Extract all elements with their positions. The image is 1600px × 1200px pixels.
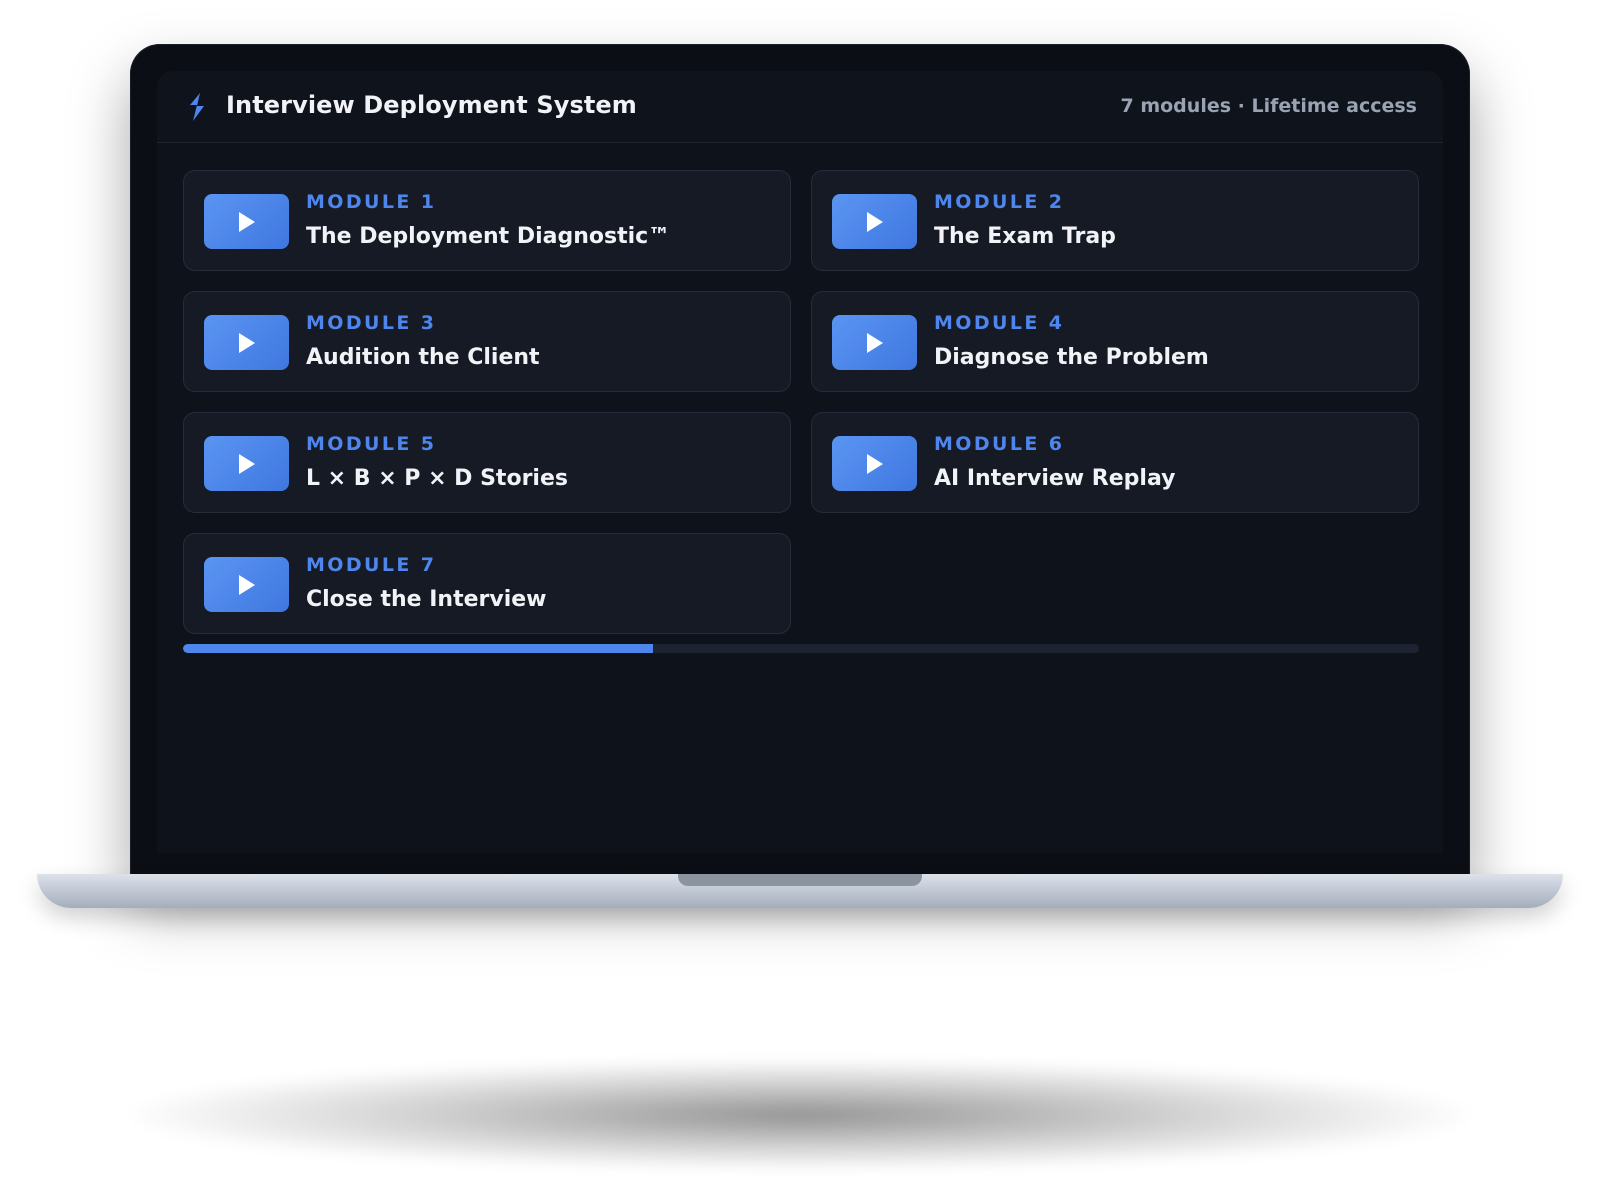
module-number: MODULE 2	[934, 191, 1065, 213]
play-icon	[239, 575, 255, 595]
module-card-3[interactable]: MODULE 3 Audition the Client	[183, 291, 791, 392]
module-card-6[interactable]: MODULE 6 AI Interview Replay	[811, 412, 1419, 513]
product-mockup: Interview Deployment System 7 modules · …	[0, 0, 1600, 1200]
laptop-notch	[678, 874, 922, 886]
module-number: MODULE 4	[934, 312, 1065, 334]
module-card-2[interactable]: MODULE 2 The Exam Trap	[811, 170, 1419, 271]
module-number: MODULE 1	[306, 191, 437, 213]
laptop-lid: Interview Deployment System 7 modules · …	[130, 44, 1470, 878]
laptop-base	[37, 874, 1563, 908]
course-meta: 7 modules · Lifetime access	[1120, 95, 1418, 117]
module-title: The Exam Trap	[934, 224, 1116, 249]
play-button[interactable]	[204, 315, 289, 370]
play-button[interactable]	[832, 194, 917, 249]
course-progress-bar	[183, 644, 1419, 653]
module-title: Diagnose the Problem	[934, 345, 1209, 370]
floor-shadow	[130, 1060, 1470, 1170]
play-icon	[867, 333, 883, 353]
app-header: Interview Deployment System 7 modules · …	[157, 71, 1443, 143]
app-title: Interview Deployment System	[226, 91, 637, 119]
module-number: MODULE 5	[306, 433, 437, 455]
module-number: MODULE 3	[306, 312, 437, 334]
module-card-1[interactable]: MODULE 1 The Deployment Diagnostic™	[183, 170, 791, 271]
module-title: AI Interview Replay	[934, 466, 1176, 491]
laptop-screen: Interview Deployment System 7 modules · …	[157, 71, 1443, 853]
play-button[interactable]	[204, 194, 289, 249]
play-icon	[239, 333, 255, 353]
module-title: Close the Interview	[306, 587, 547, 612]
play-button[interactable]	[204, 557, 289, 612]
module-card-7[interactable]: MODULE 7 Close the Interview	[183, 533, 791, 634]
course-progress-fill	[183, 644, 653, 653]
module-card-4[interactable]: MODULE 4 Diagnose the Problem	[811, 291, 1419, 392]
bolt-icon	[190, 93, 204, 121]
module-number: MODULE 6	[934, 433, 1065, 455]
play-button[interactable]	[832, 436, 917, 491]
play-icon	[867, 454, 883, 474]
play-icon	[867, 212, 883, 232]
module-title: The Deployment Diagnostic™	[306, 224, 671, 249]
module-card-5[interactable]: MODULE 5 L × B × P × D Stories	[183, 412, 791, 513]
play-button[interactable]	[832, 315, 917, 370]
play-icon	[239, 212, 255, 232]
module-title: L × B × P × D Stories	[306, 466, 568, 491]
module-title: Audition the Client	[306, 345, 540, 370]
play-button[interactable]	[204, 436, 289, 491]
module-number: MODULE 7	[306, 554, 437, 576]
play-icon	[239, 454, 255, 474]
